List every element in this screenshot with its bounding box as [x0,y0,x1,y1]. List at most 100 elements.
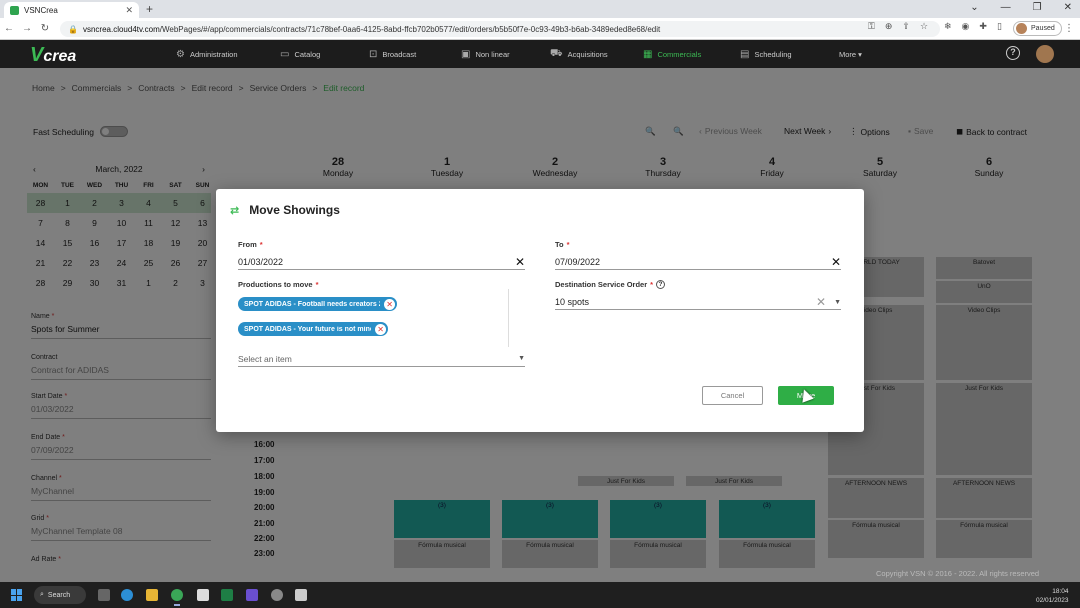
swap-arrows-icon: ⇄ [230,204,240,217]
menu-label: Administration [189,49,238,59]
clear-icon[interactable]: ✕ [831,255,841,269]
destination-value: 10 spots [555,297,590,307]
key-icon[interactable]: ⚿ [868,21,875,32]
basket-icon: ⛟ [550,47,563,59]
dialog-title: ⇄ Move Showings [230,203,340,217]
omnibox-icons: ⚿ ⊕ ⇪ ☆ [868,21,928,32]
chevron-down-icon[interactable]: ⌄ [970,2,978,13]
to-date-value: 07/09/2022 [555,257,601,267]
commercials-icon: ▦ [643,48,653,60]
zoom-icon[interactable]: ⊕ [885,21,893,32]
windows-start-icon[interactable] [11,589,23,601]
menu-non-linear[interactable]: ▣ Non linear [461,40,510,68]
url-host: vsncrea.cloud4tv.com [82,24,160,34]
taskbar-clock[interactable]: 18:04 02/01/2023 [1036,587,1069,605]
extension-icon[interactable]: ◉ [962,21,970,32]
search-icon: ⌕ [40,591,44,598]
productions-select[interactable]: Select an item ▼ [238,351,525,367]
minimize-icon[interactable]: — [1001,2,1011,13]
folder-icon: ▭ [280,48,290,60]
help-icon[interactable]: ? [1006,46,1020,60]
gear-icon: ⚙ [176,48,185,60]
avatar[interactable] [1036,45,1054,63]
browser-tab-strip: VSNCrea ✕ + ⌄ — ❐ ✕ [0,0,1080,18]
app-icon[interactable] [271,589,283,601]
menu-label: Acquisitions [567,49,608,59]
menu-commercials[interactable]: ▦ Commercials [643,40,701,68]
to-field: To * 07/09/2022 ✕ [555,240,841,270]
profile-button[interactable]: Paused [1013,21,1062,36]
extension-icons: ❄ ◉ ✚ ▯ [944,21,1002,32]
menu-label: Scheduling [754,49,792,59]
forward-arrow-icon[interactable]: → [18,23,36,34]
task-view-icon[interactable] [98,589,110,601]
clear-icon[interactable]: ✕ [515,255,525,269]
menu-administration[interactable]: ⚙ Administration [176,40,238,68]
chrome-icon[interactable] [171,589,183,606]
play-icon: ▣ [461,48,471,60]
destination-field: Destination Service Order *? 10 spots ✕ ▼ [555,280,841,310]
app-header: Vcrea ⚙ Administration ▭ Catalog ⊡ Broadcas… [0,40,1080,68]
reload-icon[interactable]: ↻ [36,23,54,34]
dialog-title-text: Move Showings [249,203,340,217]
remove-chip-icon[interactable]: ✕ [375,323,386,335]
snipping-icon[interactable] [295,589,307,601]
profile-status: Paused [1031,25,1055,32]
to-date-input[interactable]: 07/09/2022 ✕ [555,255,841,270]
security-icon[interactable] [197,589,209,601]
divider [508,289,509,347]
puzzle-icon[interactable]: ✚ [979,21,987,32]
menu-acquisitions[interactable]: ⛟ Acquisitions [550,40,608,68]
profile-avatar [1016,23,1027,34]
menu-catalog[interactable]: ▭ Catalog [280,40,320,68]
clock-time: 18:04 [1052,588,1069,595]
window-controls: ⌄ — ❐ ✕ [970,2,1072,13]
vsn-favicon-icon [10,5,19,15]
production-chip[interactable]: SPOT ADIDAS - Your future is not mine ✕ [238,322,388,336]
file-explorer-icon[interactable] [146,589,158,601]
destination-select[interactable]: 10 spots ✕ ▼ [555,295,841,310]
menu-label: Commercials [657,49,702,59]
extension-icon[interactable]: ❄ [944,21,952,32]
help-circle-icon[interactable]: ? [656,280,666,289]
close-window-icon[interactable]: ✕ [1064,2,1072,13]
cancel-button[interactable]: Cancel [702,386,763,405]
destination-label: Destination Service Order *? [555,280,841,289]
meet-icon[interactable] [121,589,133,601]
menu-broadcast[interactable]: ⊡ Broadcast [369,40,416,68]
os-taskbar: ⌕ Search 18:04 02/01/2023 [0,582,1080,608]
from-field: From * 01/03/2022 ✕ [238,240,525,270]
production-chip-label: SPOT ADIDAS - Your future is not mine [244,325,372,333]
caret-down-icon[interactable]: ▼ [834,299,841,306]
from-date-value: 01/03/2022 [238,257,284,267]
back-arrow-icon[interactable]: ← [0,23,18,34]
excel-icon[interactable] [221,589,233,601]
menu-scheduling[interactable]: ▤ Scheduling [740,40,792,68]
kebab-menu-icon[interactable]: ⋮ [1060,23,1078,34]
address-bar[interactable]: 🔒 vsncrea.cloud4tv.com/WebPages/#/app/co… [60,21,940,37]
broadcast-icon: ⊡ [369,48,378,60]
remove-chip-icon[interactable]: ✕ [384,298,395,310]
menu-label: More ▾ [839,49,862,59]
production-chip[interactable]: SPOT ADIDAS - Football needs creators 2 … [238,297,397,311]
share-icon[interactable]: ⇪ [902,21,910,32]
taskbar-search[interactable]: ⌕ Search [34,586,86,604]
search-label: Search [47,591,71,599]
clear-icon[interactable]: ✕ [816,295,826,309]
productions-label: Productions to move * [238,280,319,289]
browser-toolbar: ← → ↻ 🔒 vsncrea.cloud4tv.com/WebPages/#/… [0,18,1080,40]
new-tab-icon[interactable]: + [146,2,153,16]
production-chip-label: SPOT ADIDAS - Football needs creators 2 [244,300,381,308]
teams-icon[interactable] [246,589,258,601]
from-date-input[interactable]: 01/03/2022 ✕ [238,255,525,270]
app-logo[interactable]: Vcrea [30,44,76,67]
lock-icon: 🔒 [68,24,78,34]
star-icon[interactable]: ☆ [920,21,928,32]
restore-icon[interactable]: ❐ [1033,2,1042,13]
menu-label: Non linear [475,49,510,59]
sidepanel-icon[interactable]: ▯ [997,21,1002,32]
browser-tab[interactable]: VSNCrea ✕ [4,2,139,18]
menu-more[interactable]: More ▾ [839,40,862,68]
close-tab-icon[interactable]: ✕ [125,5,133,16]
to-label: To * [555,240,570,249]
